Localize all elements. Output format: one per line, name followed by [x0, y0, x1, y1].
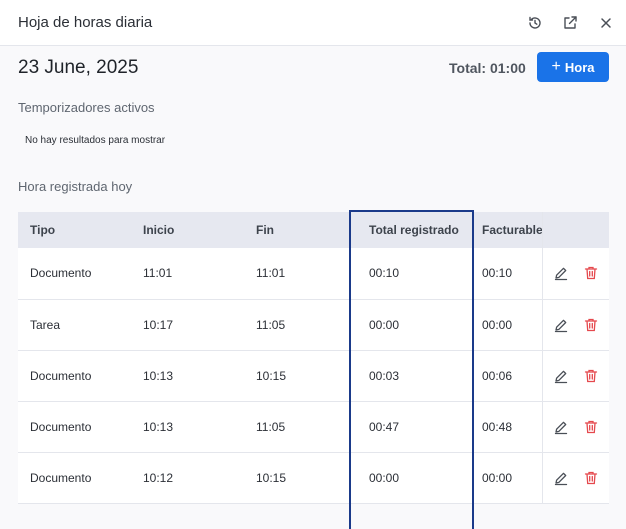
cell-facturable: 00:48: [470, 401, 542, 453]
history-icon[interactable]: [525, 13, 545, 33]
cell-facturable: 00:00: [470, 452, 542, 504]
column-header-fin[interactable]: Fin: [244, 212, 357, 248]
modal-title: Hoja de horas diaria: [18, 14, 153, 31]
cell-tipo: Documento: [18, 248, 131, 300]
cell-tipo: Documento: [18, 401, 131, 453]
row-actions: [541, 350, 609, 402]
column-header-total[interactable]: Total registrado: [357, 212, 470, 248]
time-entries-table: Tipo Inicio Fin Total registrado Factura…: [18, 212, 609, 504]
row-actions: [541, 401, 609, 453]
cell-facturable: 00:10: [470, 248, 542, 300]
cell-facturable: 00:00: [470, 299, 542, 351]
modal-body: 23 June, 2025 Total: 01:00 + Hora Tempor…: [0, 46, 626, 529]
total-time: Total: 01:00: [449, 60, 526, 76]
table-row: Documento 10:13 11:05 00:47 00:48: [18, 401, 609, 453]
cell-total: 00:00: [357, 299, 470, 351]
cell-fin: 11:01: [244, 248, 357, 300]
empty-results-text: No hay resultados para mostrar: [25, 135, 166, 146]
delete-icon[interactable]: [583, 368, 599, 384]
cell-inicio: 10:17: [131, 299, 244, 351]
delete-icon[interactable]: [583, 265, 599, 281]
table-header-row: Tipo Inicio Fin Total registrado Factura…: [18, 212, 609, 248]
edit-icon[interactable]: [553, 265, 569, 281]
cell-inicio: 10:13: [131, 350, 244, 402]
table-row: Documento 10:13 10:15 00:03 00:06: [18, 350, 609, 402]
selected-date: 23 June, 2025: [18, 57, 139, 78]
cell-inicio: 10:12: [131, 452, 244, 504]
cell-inicio: 11:01: [131, 248, 244, 300]
column-header-actions: [541, 212, 609, 248]
row-actions: [541, 248, 609, 300]
cell-tipo: Documento: [18, 350, 131, 402]
table-row: Tarea 10:17 11:05 00:00 00:00: [18, 299, 609, 351]
delete-icon[interactable]: [583, 317, 599, 333]
active-timers-label: Temporizadores activos: [18, 100, 155, 115]
cell-fin: 11:05: [244, 401, 357, 453]
cell-total: 00:47: [357, 401, 470, 453]
cell-total: 00:10: [357, 248, 470, 300]
table-row: Documento 10:12 10:15 00:00 00:00: [18, 452, 609, 504]
plus-icon: +: [551, 58, 561, 75]
cell-facturable: 00:06: [470, 350, 542, 402]
row-actions: [541, 452, 609, 504]
column-header-tipo[interactable]: Tipo: [18, 212, 131, 248]
table-row: Documento 11:01 11:01 00:10 00:10: [18, 248, 609, 300]
column-header-inicio[interactable]: Inicio: [131, 212, 244, 248]
cell-tipo: Documento: [18, 452, 131, 504]
cell-tipo: Tarea: [18, 299, 131, 351]
open-external-icon[interactable]: [560, 13, 580, 33]
edit-icon[interactable]: [553, 368, 569, 384]
edit-icon[interactable]: [553, 317, 569, 333]
cell-fin: 11:05: [244, 299, 357, 351]
edit-icon[interactable]: [553, 419, 569, 435]
cell-total: 00:03: [357, 350, 470, 402]
edit-icon[interactable]: [553, 470, 569, 486]
today-logged-label: Hora registrada hoy: [18, 179, 133, 194]
column-header-facturable[interactable]: Facturable: [470, 212, 542, 248]
row-actions: [541, 299, 609, 351]
delete-icon[interactable]: [583, 419, 599, 435]
cell-fin: 10:15: [244, 452, 357, 504]
add-hour-button[interactable]: + Hora: [537, 52, 609, 82]
close-icon[interactable]: [596, 13, 616, 33]
add-hour-label: Hora: [564, 59, 595, 75]
delete-icon[interactable]: [583, 470, 599, 486]
cell-inicio: 10:13: [131, 401, 244, 453]
cell-fin: 10:15: [244, 350, 357, 402]
cell-total: 00:00: [357, 452, 470, 504]
modal-header: Hoja de horas diaria: [0, 0, 626, 46]
